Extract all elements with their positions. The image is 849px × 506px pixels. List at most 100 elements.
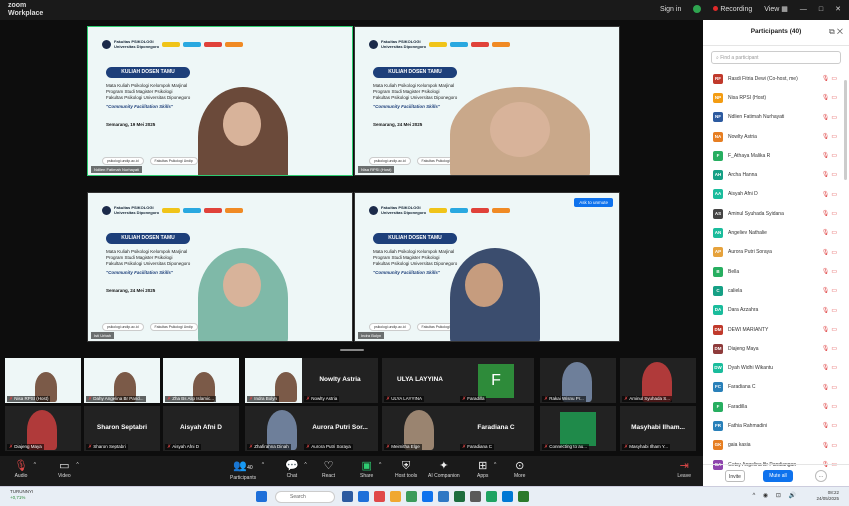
ask-to-unmute-button[interactable]: Ask to unmute — [574, 198, 613, 207]
participant-thumbnail[interactable]: ✗Zhafirahna Dinah — [245, 406, 302, 451]
participant-thumbnail[interactable]: Aurora Putri Sor... ✗Aurora Putri Soraya — [302, 406, 378, 451]
mic-muted-icon[interactable]: 🎙 — [822, 269, 832, 275]
camera-off-icon[interactable]: ▭ — [831, 172, 839, 178]
participant-thumbnail[interactable]: Sharon Septabri ✗Sharon Septabri — [84, 406, 160, 451]
minimize-button[interactable]: — — [800, 6, 807, 13]
participant-thumbnail[interactable]: ✗Rakai Wisnu Pr... — [540, 358, 616, 403]
camera-off-icon[interactable]: ▭ — [831, 153, 839, 159]
video-button[interactable]: ▭ Video ^ — [58, 459, 79, 479]
camera-off-icon[interactable]: ▭ — [831, 327, 839, 333]
participant-row[interactable]: B Bella 🎙▭ — [703, 262, 849, 281]
mic-muted-icon[interactable]: 🎙 — [822, 211, 832, 217]
participant-thumbnail[interactable]: ✗Indra Bolyn — [245, 358, 302, 403]
camera-off-icon[interactable]: ▭ — [831, 250, 839, 256]
participant-row[interactable]: Ccaliela 🎙▭ — [703, 281, 849, 300]
participant-row[interactable]: DM Diajeng Maya 🎙▭ — [703, 339, 849, 358]
camera-off-icon[interactable]: ▭ — [831, 308, 839, 314]
mic-muted-icon[interactable]: 🎙 — [822, 134, 832, 140]
participant-row[interactable]: NP Nisa RPSI (Host) 🎙▭ — [703, 88, 849, 107]
video-tile[interactable]: Fakultas PSIKOLOGI Universitas Diponegoro… — [87, 26, 353, 176]
participant-thumbnail[interactable]: Faradiana C ✗Faradiana C — [458, 406, 534, 451]
participant-row[interactable]: RF Rasdi Fitria Dewi (Co-host, me) 🎙▭ — [703, 69, 849, 88]
mic-muted-icon[interactable]: 🎙 — [822, 443, 832, 449]
popout-icon[interactable]: ⧉ — [829, 27, 835, 36]
mic-muted-icon[interactable]: 🎙 — [822, 115, 832, 121]
chat-button[interactable]: 💬 Chat ^ — [285, 459, 307, 479]
mic-muted-icon[interactable]: 🎙 — [822, 308, 832, 314]
files-icon[interactable] — [390, 491, 401, 502]
mic-muted-icon[interactable]: 🎙 — [822, 365, 832, 371]
mic-muted-icon[interactable]: 🎙 — [822, 250, 832, 256]
participant-row[interactable]: DA Dara Azzahra 🎙▭ — [703, 301, 849, 320]
video-tile[interactable]: Fakultas PSIKOLOGI Universitas Diponegoro… — [354, 26, 620, 176]
participant-row[interactable]: AS Aminul Syuhada Syidana 🎙▭ — [703, 204, 849, 223]
camera-off-icon[interactable]: ▭ — [831, 95, 839, 101]
participant-row[interactable]: NA Nowlty Astria 🎙▭ — [703, 127, 849, 146]
stock-widget[interactable]: TURUNNYI +0,71% — [10, 489, 33, 501]
participant-row[interactable]: F Faradilla 🎙▭ — [703, 397, 849, 416]
audio-button[interactable]: 🎙 Audio ^ — [14, 459, 36, 479]
ai-companion-button[interactable]: ✦ AI Companion — [428, 459, 460, 479]
mic-muted-icon[interactable]: 🎙 — [822, 76, 832, 82]
participant-search-input[interactable]: ⌕ Find a participant — [711, 51, 841, 64]
participant-row[interactable]: NF Ndlien Fatimah Nurhayati 🎙▭ — [703, 108, 849, 127]
word-icon[interactable] — [438, 491, 449, 502]
sheets-icon[interactable] — [518, 491, 529, 502]
mic-muted-icon[interactable]: 🎙 — [822, 423, 832, 429]
camera-off-icon[interactable]: ▭ — [831, 346, 839, 352]
participant-row[interactable]: FR Fathia Rahmadini 🎙▭ — [703, 416, 849, 435]
participant-row[interactable]: AA Aisyah Afni D 🎙▭ — [703, 185, 849, 204]
camera-off-icon[interactable]: ▭ — [831, 211, 839, 217]
taskbar-search[interactable]: Search — [275, 491, 335, 503]
mic-muted-icon[interactable]: 🎙 — [822, 95, 832, 101]
mic-muted-icon[interactable]: 🎙 — [822, 385, 832, 391]
participant-thumbnail[interactable]: ✗Aminul Syuhada S... — [620, 358, 696, 403]
camera-off-icon[interactable]: ▭ — [831, 288, 839, 294]
camera-off-icon[interactable]: ▭ — [831, 443, 839, 449]
participant-row[interactable]: GK gaia kasia 🎙▭ — [703, 436, 849, 455]
mic-muted-icon[interactable]: 🎙 — [822, 288, 832, 294]
close-icon[interactable]: ✕ — [837, 27, 843, 36]
chevron-up-icon[interactable]: ^ — [379, 462, 381, 468]
camera-off-icon[interactable]: ▭ — [831, 192, 839, 198]
participant-row[interactable]: DW Dyah Widhi Wikantu 🎙▭ — [703, 358, 849, 377]
camera-off-icon[interactable]: ▭ — [831, 115, 839, 121]
participant-thumbnail[interactable]: ✗Nisa RPSI (Host) — [5, 358, 81, 403]
camera-off-icon[interactable]: ▭ — [831, 269, 839, 275]
panel-more-button[interactable]: ··· — [815, 470, 827, 482]
participant-row[interactable]: AN Angeliev Nathalie 🎙▭ — [703, 223, 849, 242]
host-tools-button[interactable]: ⛨ Host tools — [395, 459, 417, 479]
participant-row[interactable]: FC Faradiana C 🎙▭ — [703, 378, 849, 397]
mic-muted-icon[interactable]: 🎙 — [822, 192, 832, 198]
participant-thumbnail[interactable]: ✗Zha Bs Alip Islamic... — [163, 358, 239, 403]
camera-off-icon[interactable]: ▭ — [831, 76, 839, 82]
mic-muted-icon[interactable]: 🎙 — [822, 153, 832, 159]
participant-thumbnail[interactable]: Masyhabi Ilham... ✗Masyhabi Ilham Y... — [620, 406, 696, 451]
view-button[interactable]: View ▦ — [764, 5, 788, 13]
zoom-icon[interactable] — [422, 491, 433, 502]
video-tile[interactable]: Fakultas PSIKOLOGI Universitas Diponegoro… — [87, 192, 353, 342]
camera-off-icon[interactable]: ▭ — [831, 230, 839, 236]
participant-thumbnail[interactable]: ✗Dahy Angelina Br Pand... — [84, 358, 160, 403]
share-button[interactable]: ▣ Share ^ — [360, 459, 381, 479]
mic-muted-icon[interactable]: 🎙 — [822, 346, 832, 352]
task-view-icon[interactable] — [342, 491, 353, 502]
excel-icon[interactable] — [454, 491, 465, 502]
resize-handle[interactable] — [340, 349, 364, 351]
participant-row[interactable]: DM DEWI MARIANTY 🎙▭ — [703, 320, 849, 339]
clock[interactable]: 08:22 24/05/2025 — [816, 490, 839, 502]
system-tray[interactable]: ^ ◉ ⊡ 🔊 — [752, 492, 799, 499]
more-button[interactable]: ⊙ More — [514, 459, 525, 479]
shield-icon[interactable] — [693, 5, 702, 13]
panel-scrollbar[interactable] — [844, 80, 847, 180]
participant-row[interactable]: AH Archa Hanna 🎙▭ — [703, 165, 849, 184]
participants-button[interactable]: 👥40 Participants ^ — [230, 459, 264, 481]
camera-off-icon[interactable]: ▭ — [831, 385, 839, 391]
mic-muted-icon[interactable]: 🎙 — [822, 230, 832, 236]
participant-thumbnail[interactable]: Nowlty Astria ✗Nowlty Astria — [302, 358, 378, 403]
participant-thumbnail[interactable]: ✗Diajeng Maya — [5, 406, 81, 451]
invite-button[interactable]: Invite — [725, 470, 745, 482]
settings-icon[interactable] — [470, 491, 481, 502]
outlook-icon[interactable] — [502, 491, 513, 502]
mic-muted-icon[interactable]: 🎙 — [822, 404, 832, 410]
